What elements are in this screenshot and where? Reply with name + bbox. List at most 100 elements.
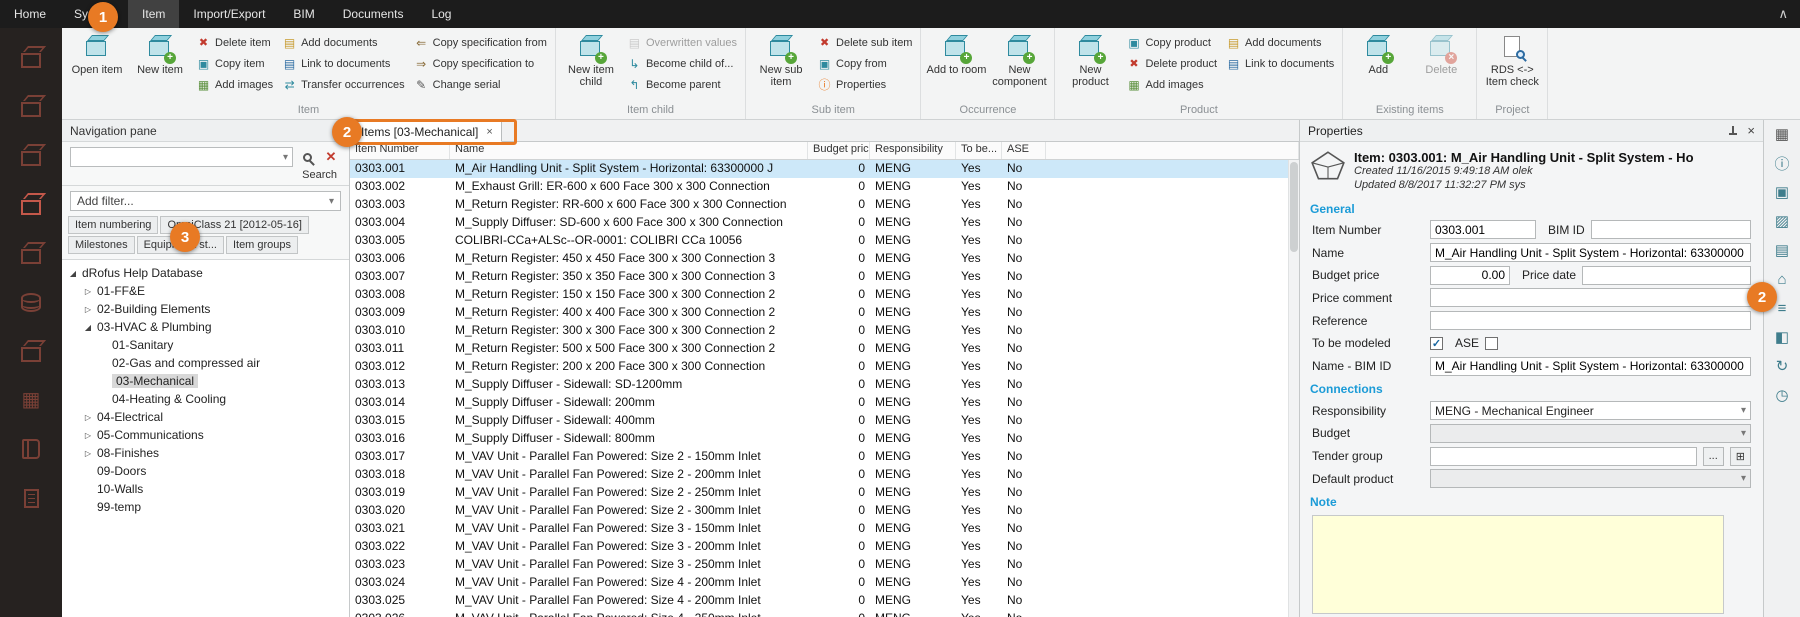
tree-item-02-building-elements[interactable]: ▷02-Building Elements bbox=[62, 300, 349, 318]
filter-tab-item-groups[interactable]: Item groups bbox=[226, 236, 298, 254]
tree-expand-arrow[interactable]: ▷ bbox=[83, 449, 93, 458]
ribbon-add-button[interactable]: +Add bbox=[1348, 30, 1408, 104]
table-row[interactable]: 0303.005COLIBRI-CCa+ALSc--OR-0001: COLIB… bbox=[350, 232, 1299, 250]
ribbon-become-child-of-button[interactable]: Become child of... bbox=[624, 54, 740, 73]
scrollbar-thumb[interactable] bbox=[1290, 162, 1298, 252]
ribbon-new-item-child-button[interactable]: +New item child bbox=[561, 30, 621, 104]
table-row[interactable]: 0303.004M_Supply Diffuser: SD-600 x 600 … bbox=[350, 214, 1299, 232]
components-icon[interactable]: ◧ bbox=[1770, 326, 1794, 348]
table-row[interactable]: 0303.012M_Return Register: 200 x 200 Fac… bbox=[350, 358, 1299, 376]
table-row[interactable]: 0303.013M_Supply Diffuser - Sidewall: SD… bbox=[350, 376, 1299, 394]
table-row[interactable]: 0303.023M_VAV Unit - Parallel Fan Powere… bbox=[350, 556, 1299, 574]
table-row[interactable]: 0303.007M_Return Register: 350 x 350 Fac… bbox=[350, 268, 1299, 286]
ribbon-copy-item-button[interactable]: Copy item bbox=[193, 54, 276, 73]
pin-icon[interactable] bbox=[1727, 125, 1739, 137]
budget-price-input[interactable] bbox=[1430, 266, 1510, 285]
table-row[interactable]: 0303.026M_VAV Unit - Parallel Fan Powere… bbox=[350, 610, 1299, 617]
ribbon-open-item-button[interactable]: Open item bbox=[67, 30, 127, 104]
table-row[interactable]: 0303.009M_Return Register: 400 x 400 Fac… bbox=[350, 304, 1299, 322]
history-icon[interactable]: ◷ bbox=[1770, 384, 1794, 406]
ribbon-link-to-documents-button[interactable]: Link to documents bbox=[279, 54, 408, 73]
ribbon-new-item-button[interactable]: +New item bbox=[130, 30, 190, 104]
table-row[interactable]: 0303.020M_VAV Unit - Parallel Fan Powere… bbox=[350, 502, 1299, 520]
ase-checkbox[interactable] bbox=[1485, 337, 1498, 350]
price-date-input[interactable] bbox=[1582, 266, 1751, 285]
app-module-icon-1[interactable] bbox=[14, 42, 48, 72]
ribbon-link-to-documents-button[interactable]: Link to documents bbox=[1223, 54, 1337, 73]
table-row[interactable]: 0303.021M_VAV Unit - Parallel Fan Powere… bbox=[350, 520, 1299, 538]
ribbon-delete-item-button[interactable]: Delete item bbox=[193, 33, 276, 52]
tree-item-02-gas-and-compressed-air[interactable]: 02-Gas and compressed air bbox=[62, 354, 349, 372]
table-row[interactable]: 0303.022M_VAV Unit - Parallel Fan Powere… bbox=[350, 538, 1299, 556]
tree-item-04-electrical[interactable]: ▷04-Electrical bbox=[62, 408, 349, 426]
tree-expand-arrow[interactable]: ▷ bbox=[83, 431, 93, 440]
app-module-icon-9[interactable] bbox=[14, 434, 48, 464]
collapse-ribbon-icon[interactable]: ∧ bbox=[1778, 0, 1788, 28]
ribbon-overwritten-values-button[interactable]: Overwritten values bbox=[624, 33, 740, 52]
ribbon-delete-sub-item-button[interactable]: Delete sub item bbox=[814, 33, 915, 52]
ribbon-copy-from-button[interactable]: Copy from bbox=[814, 54, 915, 73]
ribbon-add-images-button[interactable]: Add images bbox=[1123, 75, 1220, 94]
search-input[interactable] bbox=[75, 150, 283, 164]
table-row[interactable]: 0303.002M_Exhaust Grill: ER-600 x 600 Fa… bbox=[350, 178, 1299, 196]
tree-expand-arrow[interactable]: ▷ bbox=[83, 287, 93, 296]
table-row[interactable]: 0303.025M_VAV Unit - Parallel Fan Powere… bbox=[350, 592, 1299, 610]
tree-item-08-finishes[interactable]: ▷08-Finishes bbox=[62, 444, 349, 462]
table-row[interactable]: 0303.019M_VAV Unit - Parallel Fan Powere… bbox=[350, 484, 1299, 502]
table-row[interactable]: 0303.010M_Return Register: 300 x 300 Fac… bbox=[350, 322, 1299, 340]
table-row[interactable]: 0303.011M_Return Register: 500 x 500 Fac… bbox=[350, 340, 1299, 358]
products-icon[interactable]: ▣ bbox=[1770, 181, 1794, 203]
tree-expand-arrow[interactable]: ▷ bbox=[83, 305, 93, 314]
tree-collapse-arrow[interactable]: ◢ bbox=[68, 269, 78, 278]
ribbon-copy-product-button[interactable]: Copy product bbox=[1123, 33, 1220, 52]
ribbon-add-documents-button[interactable]: Add documents bbox=[279, 33, 408, 52]
tree-expand-arrow[interactable]: ▷ bbox=[83, 413, 93, 422]
column-header-ase[interactable]: ASE bbox=[1002, 142, 1046, 159]
tender-group-browse-button[interactable]: ... bbox=[1703, 447, 1724, 466]
filter-tab-item-numbering[interactable]: Item numbering bbox=[68, 216, 158, 234]
bim-id-input[interactable] bbox=[1591, 220, 1751, 239]
name-bim-id-input[interactable] bbox=[1430, 357, 1751, 376]
table-row[interactable]: 0303.017M_VAV Unit - Parallel Fan Powere… bbox=[350, 448, 1299, 466]
tree-collapse-arrow[interactable]: ◢ bbox=[83, 323, 93, 332]
tender-group-input[interactable] bbox=[1430, 447, 1697, 466]
table-row[interactable]: 0303.015M_Supply Diffuser - Sidewall: 40… bbox=[350, 412, 1299, 430]
tree-item-04-heating-cooling[interactable]: 04-Heating & Cooling bbox=[62, 390, 349, 408]
table-scrollbar[interactable] bbox=[1288, 160, 1299, 617]
documents-icon[interactable]: ▤ bbox=[1770, 239, 1794, 261]
app-module-icon-2[interactable] bbox=[14, 91, 48, 121]
ribbon-transfer-occurrences-button[interactable]: Transfer occurrences bbox=[279, 75, 408, 94]
price-comment-input[interactable] bbox=[1430, 288, 1751, 307]
close-properties-icon[interactable]: × bbox=[1747, 123, 1755, 138]
table-row[interactable]: 0303.016M_Supply Diffuser - Sidewall: 80… bbox=[350, 430, 1299, 448]
name-input[interactable] bbox=[1430, 243, 1751, 262]
column-header-to-be[interactable]: To be... bbox=[956, 142, 1002, 159]
menu-documents[interactable]: Documents bbox=[329, 0, 418, 28]
tree-item-03-hvac-plumbing[interactable]: ◢03-HVAC & Plumbing bbox=[62, 318, 349, 336]
menu-log[interactable]: Log bbox=[417, 0, 465, 28]
default-product-select[interactable]: ▾ bbox=[1430, 469, 1751, 488]
menu-bim[interactable]: BIM bbox=[279, 0, 328, 28]
filter-tab-milestones[interactable]: Milestones bbox=[68, 236, 135, 254]
ribbon-new-component-button[interactable]: +New component bbox=[989, 30, 1049, 104]
table-row[interactable]: 0303.014M_Supply Diffuser - Sidewall: 20… bbox=[350, 394, 1299, 412]
ribbon-new-sub-item-button[interactable]: +New sub item bbox=[751, 30, 811, 104]
tree-item-01-sanitary[interactable]: 01-Sanitary bbox=[62, 336, 349, 354]
note-textarea[interactable] bbox=[1312, 515, 1724, 614]
ribbon-delete-product-button[interactable]: Delete product bbox=[1123, 54, 1220, 73]
ribbon-copy-specification-from-button[interactable]: Copy specification from bbox=[411, 33, 550, 52]
tender-group-assign-icon[interactable]: ⊞ bbox=[1730, 447, 1751, 466]
info-icon[interactable]: ⓘ bbox=[1770, 152, 1794, 174]
tree-item-05-communications[interactable]: ▷05-Communications bbox=[62, 426, 349, 444]
table-row[interactable]: 0303.003M_Return Register: RR-600 x 600 … bbox=[350, 196, 1299, 214]
budget-select[interactable]: ▾ bbox=[1430, 424, 1751, 443]
search-combobox[interactable]: ▾ bbox=[70, 147, 293, 167]
app-module-icon-4[interactable] bbox=[14, 189, 48, 219]
column-header-responsibility[interactable]: Responsibility bbox=[870, 142, 956, 159]
menu-home[interactable]: Home bbox=[0, 0, 60, 28]
app-module-icon-3[interactable] bbox=[14, 140, 48, 170]
tree-item-01-ff-e[interactable]: ▷01-FF&E bbox=[62, 282, 349, 300]
tree-item-99-temp[interactable]: 99-temp bbox=[62, 498, 349, 516]
ribbon-rds-item-check-button[interactable]: RDS <-> Item check bbox=[1482, 30, 1542, 104]
ribbon-properties-button[interactable]: Properties bbox=[814, 75, 915, 94]
